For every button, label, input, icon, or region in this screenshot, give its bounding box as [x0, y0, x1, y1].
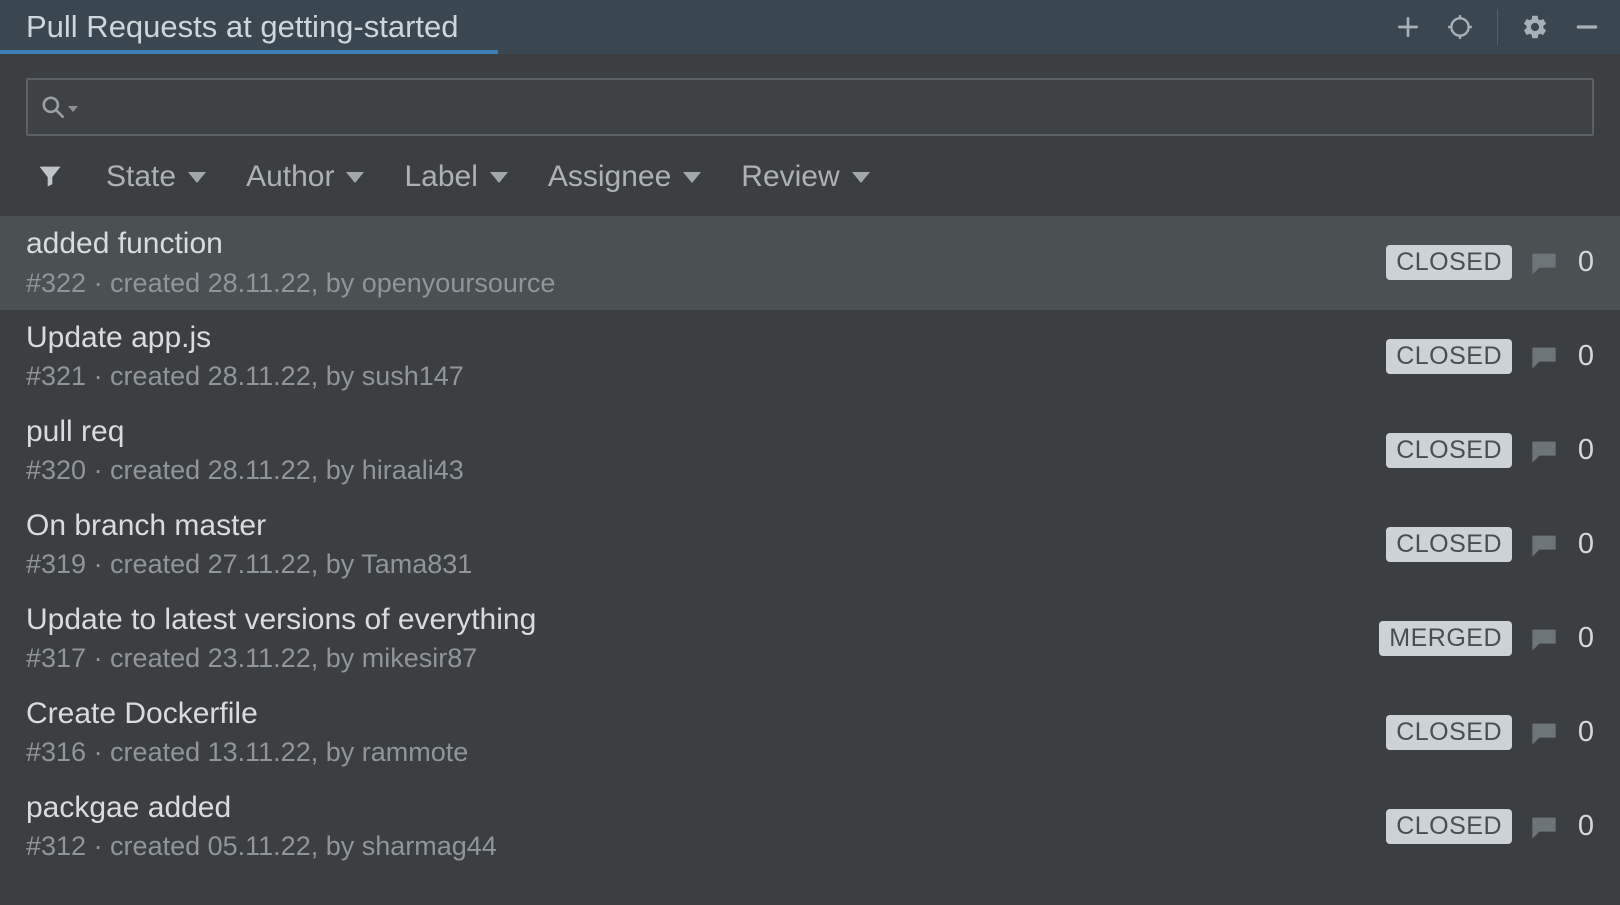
filter-author[interactable]: Author — [246, 160, 364, 194]
pr-list: added function#322 · created 28.11.22, b… — [0, 216, 1620, 874]
content-area: State Author Label Assignee Review added… — [0, 54, 1620, 874]
active-tab-underline — [0, 50, 498, 54]
chevron-down-icon — [188, 172, 206, 183]
status-badge: CLOSED — [1386, 715, 1512, 750]
pr-row[interactable]: Create Dockerfile#316 · created 13.11.22… — [0, 686, 1620, 780]
gear-icon[interactable] — [1520, 12, 1550, 42]
comment-icon — [1530, 721, 1558, 745]
pr-row-trail: CLOSED 0 — [1386, 809, 1594, 844]
filter-assignee[interactable]: Assignee — [548, 160, 701, 194]
comment-count: 0 — [1576, 340, 1594, 373]
pr-row[interactable]: pull req#320 · created 28.11.22, by hira… — [0, 404, 1620, 498]
titlebar-actions — [1393, 9, 1602, 45]
filter-review-label: Review — [741, 160, 839, 194]
pr-title: Update to latest versions of everything — [26, 601, 1361, 639]
panel-title: Pull Requests at getting-started — [26, 9, 459, 45]
pr-meta: #322 · created 28.11.22, by openyoursour… — [26, 265, 1368, 301]
comment-count: 0 — [1576, 716, 1594, 749]
filter-state[interactable]: State — [106, 160, 206, 194]
pr-meta: #317 · created 23.11.22, by mikesir87 — [26, 640, 1361, 676]
filter-state-label: State — [106, 160, 176, 194]
pr-row[interactable]: On branch master#319 · created 27.11.22,… — [0, 498, 1620, 592]
pr-row-main: Update to latest versions of everything#… — [26, 601, 1361, 677]
pr-row[interactable]: Update to latest versions of everything#… — [0, 592, 1620, 686]
pr-title: Create Dockerfile — [26, 695, 1368, 733]
pr-title: Update app.js — [26, 319, 1368, 357]
filter-review[interactable]: Review — [741, 160, 869, 194]
status-badge: CLOSED — [1386, 809, 1512, 844]
titlebar-divider — [1497, 9, 1498, 45]
search-options-chevron-icon[interactable] — [68, 101, 80, 113]
comment-count: 0 — [1576, 810, 1594, 843]
target-icon[interactable] — [1445, 12, 1475, 42]
comment-count: 0 — [1576, 622, 1594, 655]
pr-row-trail: CLOSED 0 — [1386, 433, 1594, 468]
pr-title: added function — [26, 225, 1368, 263]
search-input[interactable] — [82, 92, 1580, 123]
status-badge: CLOSED — [1386, 527, 1512, 562]
comment-icon — [1530, 251, 1558, 275]
filter-author-label: Author — [246, 160, 334, 194]
filter-icon — [36, 162, 66, 192]
status-badge: CLOSED — [1386, 245, 1512, 280]
pr-row-main: packgae added#312 · created 05.11.22, by… — [26, 789, 1368, 865]
status-badge: MERGED — [1379, 621, 1512, 656]
pr-meta: #316 · created 13.11.22, by rammote — [26, 734, 1368, 770]
filter-bar: State Author Label Assignee Review — [26, 136, 1594, 216]
pr-row-trail: CLOSED 0 — [1386, 715, 1594, 750]
new-pr-button[interactable] — [1393, 12, 1423, 42]
pr-row-trail: MERGED 0 — [1379, 621, 1594, 656]
chevron-down-icon — [852, 172, 870, 183]
pr-row-main: On branch master#319 · created 27.11.22,… — [26, 507, 1368, 583]
comment-icon — [1530, 815, 1558, 839]
comment-count: 0 — [1576, 434, 1594, 467]
chevron-down-icon — [683, 172, 701, 183]
pr-row-trail: CLOSED 0 — [1386, 527, 1594, 562]
comment-icon — [1530, 533, 1558, 557]
pr-meta: #312 · created 05.11.22, by sharmag44 — [26, 828, 1368, 864]
comment-count: 0 — [1576, 528, 1594, 561]
search-icon — [40, 94, 66, 120]
titlebar: Pull Requests at getting-started — [0, 0, 1620, 54]
chevron-down-icon — [490, 172, 508, 183]
pr-row[interactable]: Update app.js#321 · created 28.11.22, by… — [0, 310, 1620, 404]
pr-title: packgae added — [26, 789, 1368, 827]
pr-row-trail: CLOSED 0 — [1386, 245, 1594, 280]
pr-row-main: Create Dockerfile#316 · created 13.11.22… — [26, 695, 1368, 771]
pr-title: On branch master — [26, 507, 1368, 545]
chevron-down-icon — [346, 172, 364, 183]
filter-label[interactable]: Label — [404, 160, 507, 194]
pr-row-trail: CLOSED 0 — [1386, 339, 1594, 374]
pr-row-main: added function#322 · created 28.11.22, b… — [26, 225, 1368, 301]
comment-icon — [1530, 627, 1558, 651]
filter-assignee-label: Assignee — [548, 160, 671, 194]
search-bar[interactable] — [26, 78, 1594, 136]
status-badge: CLOSED — [1386, 433, 1512, 468]
pr-title: pull req — [26, 413, 1368, 451]
filter-label-label: Label — [404, 160, 477, 194]
comment-icon — [1530, 345, 1558, 369]
pr-row-main: Update app.js#321 · created 28.11.22, by… — [26, 319, 1368, 395]
minimize-button[interactable] — [1572, 12, 1602, 42]
pr-row[interactable]: packgae added#312 · created 05.11.22, by… — [0, 780, 1620, 874]
pr-meta: #320 · created 28.11.22, by hiraali43 — [26, 452, 1368, 488]
pr-meta: #319 · created 27.11.22, by Tama831 — [26, 546, 1368, 582]
status-badge: CLOSED — [1386, 339, 1512, 374]
pr-row[interactable]: added function#322 · created 28.11.22, b… — [0, 216, 1620, 310]
comment-count: 0 — [1576, 246, 1594, 279]
pr-meta: #321 · created 28.11.22, by sush147 — [26, 358, 1368, 394]
comment-icon — [1530, 439, 1558, 463]
pr-row-main: pull req#320 · created 28.11.22, by hira… — [26, 413, 1368, 489]
